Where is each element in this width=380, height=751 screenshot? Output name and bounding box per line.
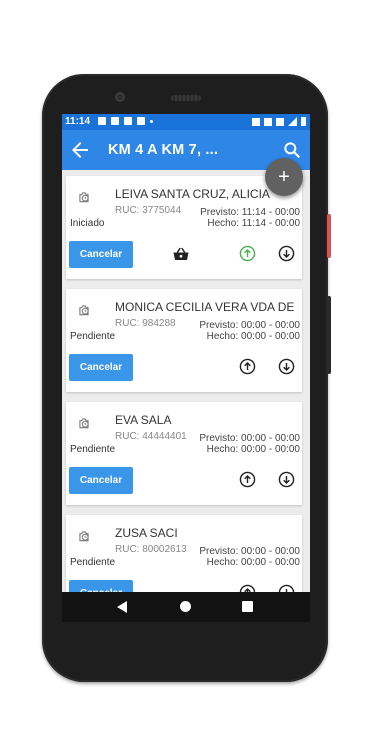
cancel-button[interactable]: Cancelar bbox=[69, 354, 133, 381]
hecho-time: Hecho: 00:00 - 00:00 bbox=[206, 557, 300, 568]
signal-icon bbox=[288, 117, 297, 126]
lte-icon bbox=[276, 117, 284, 126]
search-icon[interactable] bbox=[282, 140, 302, 160]
client-ruc: RUC: 984288 bbox=[115, 318, 176, 329]
download-icon[interactable] bbox=[278, 245, 295, 262]
download-icon[interactable] bbox=[278, 471, 295, 488]
screen: 11:14 KM 4 A KM 7, ... LEIVA SANTA CRUZ,… bbox=[62, 114, 310, 622]
cancel-button[interactable]: Cancelar bbox=[69, 467, 133, 494]
phone-frame: 11:14 KM 4 A KM 7, ... LEIVA SANTA CRUZ,… bbox=[42, 74, 331, 682]
client-name: MONICA CECILIA VERA VDA DE bbox=[115, 300, 295, 314]
cancel-button[interactable]: Cancelar bbox=[69, 241, 133, 268]
clock-icon bbox=[77, 303, 91, 317]
visit-status: Iniciado bbox=[70, 218, 105, 229]
download-icon[interactable] bbox=[278, 358, 295, 375]
clock-icon bbox=[77, 529, 91, 543]
upload-icon[interactable] bbox=[239, 245, 256, 262]
back-arrow-icon[interactable] bbox=[68, 138, 92, 162]
client-ruc: RUC: 3775044 bbox=[115, 205, 182, 216]
notification-icon bbox=[124, 117, 132, 125]
nav-back-icon[interactable] bbox=[117, 601, 127, 613]
wifi-icon bbox=[264, 117, 272, 126]
navigation-bar bbox=[62, 592, 310, 622]
status-bar: 11:14 bbox=[62, 114, 310, 130]
visit-card[interactable]: LEIVA SANTA CRUZ, ALICIA RUC: 3775044 Inic… bbox=[66, 176, 302, 279]
front-camera bbox=[115, 92, 125, 102]
hecho-time: Hecho: 00:00 - 00:00 bbox=[206, 444, 300, 455]
previsto-time: Previsto: 11:14 - 00:00 bbox=[200, 207, 300, 218]
notification-icons bbox=[98, 117, 153, 125]
nav-home-icon[interactable] bbox=[180, 601, 191, 612]
volume-button bbox=[327, 296, 331, 374]
upload-icon[interactable] bbox=[239, 471, 256, 488]
hecho-time: Hecho: 11:14 - 00:00 bbox=[207, 218, 300, 229]
notification-icon bbox=[111, 117, 119, 125]
page-title: KM 4 A KM 7, ... bbox=[108, 142, 219, 158]
status-time: 11:14 bbox=[65, 116, 91, 127]
visit-status: Pendiente bbox=[70, 331, 116, 342]
battery-icon bbox=[301, 117, 306, 126]
system-icons bbox=[252, 117, 306, 126]
notification-icon bbox=[98, 117, 106, 125]
client-ruc: RUC: 44444401 bbox=[115, 431, 187, 442]
power-button bbox=[327, 214, 331, 258]
client-name: ZUSA SACI bbox=[115, 526, 178, 540]
clock-icon bbox=[77, 190, 91, 204]
clock-icon bbox=[77, 416, 91, 430]
client-name: LEIVA SANTA CRUZ, ALICIA bbox=[115, 187, 270, 201]
mute-icon bbox=[252, 117, 260, 126]
visit-status: Pendiente bbox=[70, 444, 116, 455]
client-name: EVA SALA bbox=[115, 413, 172, 427]
earpiece-speaker bbox=[171, 95, 201, 101]
visit-status: Pendiente bbox=[70, 557, 116, 568]
previsto-time: Previsto: 00:00 - 00:00 bbox=[199, 546, 300, 557]
visit-card[interactable]: MONICA CECILIA VERA VDA DE RUC: 984288 Pen… bbox=[66, 289, 302, 392]
notification-icon bbox=[137, 117, 145, 125]
previsto-time: Previsto: 00:00 - 00:00 bbox=[199, 433, 300, 444]
hecho-time: Hecho: 00:00 - 00:00 bbox=[206, 331, 300, 342]
upload-icon[interactable] bbox=[239, 358, 256, 375]
visit-card[interactable]: EVA SALA RUC: 44444401 Pendiente Previsto: … bbox=[66, 402, 302, 505]
nav-recents-icon[interactable] bbox=[242, 601, 253, 612]
add-button[interactable]: + bbox=[265, 158, 303, 196]
client-ruc: RUC: 80002613 bbox=[115, 544, 187, 555]
previsto-time: Previsto: 00:00 - 00:00 bbox=[199, 320, 300, 331]
notification-dot-icon bbox=[150, 120, 153, 123]
basket-icon[interactable] bbox=[172, 246, 190, 262]
